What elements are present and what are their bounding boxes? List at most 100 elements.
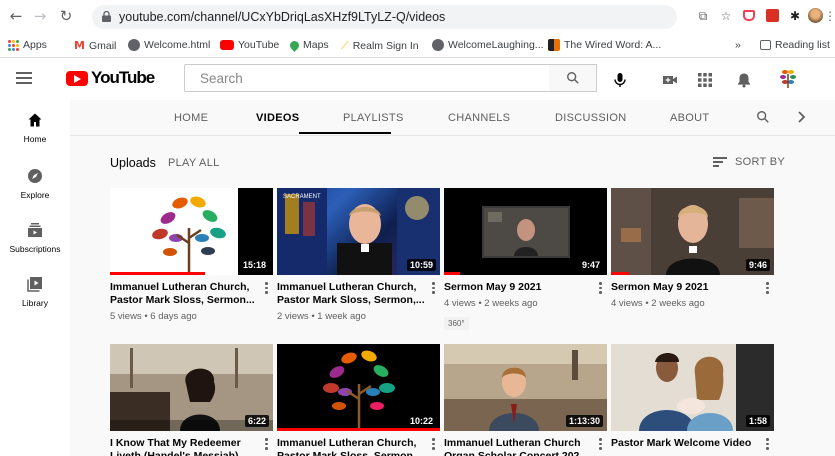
video-duration: 9:47 — [578, 259, 603, 271]
video-card[interactable]: 1:13:30 Immanuel Lutheran Church Organ S… — [444, 344, 607, 456]
video-title[interactable]: I Know That My Redeemer Liveth (Handel's… — [110, 437, 260, 456]
video-thumbnail[interactable]: 9:46 — [611, 188, 774, 275]
reload-icon[interactable]: ↻ — [56, 6, 76, 26]
tab-home[interactable]: HOME — [174, 112, 208, 124]
apps-grid-icon — [8, 39, 19, 51]
browser-window: ← → ↻ youtube.com/channel/UCxYbDriqLasXH… — [0, 0, 835, 456]
bookmark-apps[interactable]: Apps — [8, 39, 47, 51]
chevron-right-icon[interactable] — [797, 111, 807, 123]
video-thumbnail[interactable]: 1:58 — [611, 344, 774, 431]
reading-list-icon — [760, 40, 771, 50]
sidebar-item-subscriptions[interactable]: Subscriptions — [0, 222, 70, 254]
watch-progress-bar — [110, 272, 205, 275]
bookmark-youtube[interactable]: YouTube — [220, 39, 279, 51]
video-menu-icon[interactable] — [765, 437, 769, 451]
realm-icon: ⟋ — [341, 39, 349, 52]
video-card[interactable]: 1:58 Pastor Mark Welcome Video — [611, 344, 774, 450]
forward-arrow-icon[interactable]: → — [30, 6, 50, 26]
tab-discussion[interactable]: DISCUSSION — [555, 112, 626, 124]
install-app-icon[interactable]: ⧉ — [694, 7, 712, 25]
tab-about[interactable]: ABOUT — [670, 112, 709, 124]
video-title[interactable]: Sermon May 9 2021 — [444, 281, 594, 294]
sidebar-item-library[interactable]: Library — [0, 276, 70, 308]
video-title[interactable]: Immanuel Lutheran Church Organ Scholar C… — [444, 437, 594, 456]
video-menu-icon[interactable] — [598, 437, 602, 451]
video-thumbnail[interactable]: 15:18 — [110, 188, 273, 275]
microphone-icon[interactable] — [612, 72, 628, 88]
tab-videos[interactable]: VIDEOS — [256, 112, 299, 124]
bookmark-star-icon[interactable]: ☆ — [717, 7, 735, 25]
address-bar[interactable]: youtube.com/channel/UCxYbDriqLasXHzf9LTy… — [92, 5, 677, 29]
video-duration: 1:58 — [745, 415, 770, 427]
notifications-bell-icon[interactable] — [736, 72, 752, 88]
video-menu-icon[interactable] — [431, 437, 435, 451]
video-card[interactable]: SACRAMENT 10:59 Immanuel Lutheran Church… — [277, 188, 440, 322]
acrobat-extension-icon[interactable] — [763, 7, 781, 27]
video-thumbnail[interactable]: 6:22 — [110, 344, 273, 431]
video-card[interactable]: 9:46 Sermon May 9 2021 4 views • 2 weeks… — [611, 188, 774, 309]
video-thumbnail[interactable]: 1:13:30 — [444, 344, 607, 431]
bookmark-gmail[interactable]: M Gmail — [74, 39, 116, 52]
video-menu-icon[interactable] — [765, 281, 769, 295]
channel-search-icon[interactable] — [756, 110, 770, 124]
browser-menu-icon[interactable]: ⋮ — [824, 7, 835, 25]
video-card[interactable]: 10:22 Immanuel Lutheran Church, Pastor M… — [277, 344, 440, 456]
extensions-puzzle-icon[interactable]: ✱ — [786, 7, 804, 25]
video-title[interactable]: Pastor Mark Welcome Video — [611, 437, 761, 450]
wired-word-icon — [548, 39, 560, 51]
video-duration: 9:46 — [745, 259, 770, 271]
search-input[interactable]: Search — [184, 64, 550, 92]
video-title[interactable]: Sermon May 9 2021 — [611, 281, 761, 294]
video-thumbnail[interactable]: 10:22 — [277, 344, 440, 431]
360-badge: 360° — [444, 317, 469, 330]
youtube-logo[interactable]: YouTube — [66, 68, 155, 88]
home-icon — [28, 113, 42, 127]
video-card[interactable]: 6:22 I Know That My Redeemer Liveth (Han… — [110, 344, 273, 456]
globe-icon — [432, 39, 444, 51]
gmail-icon: M — [74, 39, 85, 52]
library-icon — [27, 277, 42, 292]
video-menu-icon[interactable] — [264, 437, 268, 451]
sidebar-item-home[interactable]: Home — [0, 112, 70, 144]
sort-by-button[interactable]: SORT BY — [713, 156, 785, 168]
video-card[interactable]: 15:18 Immanuel Lutheran Church, Pastor M… — [110, 188, 273, 322]
reading-list-button[interactable]: Reading list — [760, 39, 830, 51]
youtube-play-icon — [66, 70, 88, 86]
tab-playlists[interactable]: PLAYLISTS — [343, 112, 404, 124]
youtube-favicon-icon — [220, 40, 234, 50]
create-video-icon[interactable] — [662, 72, 678, 88]
account-avatar[interactable] — [776, 66, 800, 90]
video-meta: 2 views • 1 week ago — [277, 311, 366, 322]
apps-grid-icon[interactable] — [697, 72, 713, 88]
video-title[interactable]: Immanuel Lutheran Church, Pastor Mark Sl… — [277, 437, 427, 456]
video-title[interactable]: Immanuel Lutheran Church, Pastor Mark Sl… — [277, 281, 427, 306]
section-title: Uploads — [110, 156, 156, 170]
bookmark-maps[interactable]: Maps — [288, 38, 329, 52]
watch-progress-bar — [444, 272, 461, 275]
bookmark-welcome-html[interactable]: Welcome.html — [128, 39, 210, 51]
pocket-extension-icon[interactable] — [740, 7, 758, 26]
video-meta: 5 views • 6 days ago — [110, 311, 197, 322]
menu-hamburger-icon[interactable] — [16, 72, 32, 84]
bookmark-realm[interactable]: ⟋ Realm Sign In — [341, 39, 419, 53]
bookmark-wired-word[interactable]: The Wired Word: A... — [548, 39, 661, 51]
video-thumbnail[interactable]: SACRAMENT 10:59 — [277, 188, 440, 275]
play-all-button[interactable]: PLAY ALL — [168, 157, 220, 169]
bookmark-welcome-laughing[interactable]: WelcomeLaughing... — [432, 39, 544, 51]
video-thumbnail[interactable]: 9:47 — [444, 188, 607, 275]
guide-sidebar: Home Explore Subscriptions Library — [0, 100, 70, 456]
tab-channels[interactable]: CHANNELS — [448, 112, 510, 124]
video-meta: 4 views • 2 weeks ago — [444, 298, 538, 309]
video-card[interactable]: 9:47 Sermon May 9 2021 4 views • 2 weeks… — [444, 188, 607, 330]
profile-avatar[interactable] — [806, 7, 824, 28]
video-menu-icon[interactable] — [264, 281, 268, 295]
url-text: youtube.com/channel/UCxYbDriqLasXHzf9LTy… — [119, 10, 446, 24]
more-bookmarks-button[interactable]: » — [735, 39, 741, 51]
video-title[interactable]: Immanuel Lutheran Church, Pastor Mark Sl… — [110, 281, 260, 306]
search-button[interactable] — [549, 64, 597, 92]
sidebar-item-explore[interactable]: Explore — [0, 168, 70, 200]
video-menu-icon[interactable] — [598, 281, 602, 295]
compass-icon — [28, 169, 42, 183]
back-arrow-icon[interactable]: ← — [6, 6, 26, 26]
video-menu-icon[interactable] — [431, 281, 435, 295]
